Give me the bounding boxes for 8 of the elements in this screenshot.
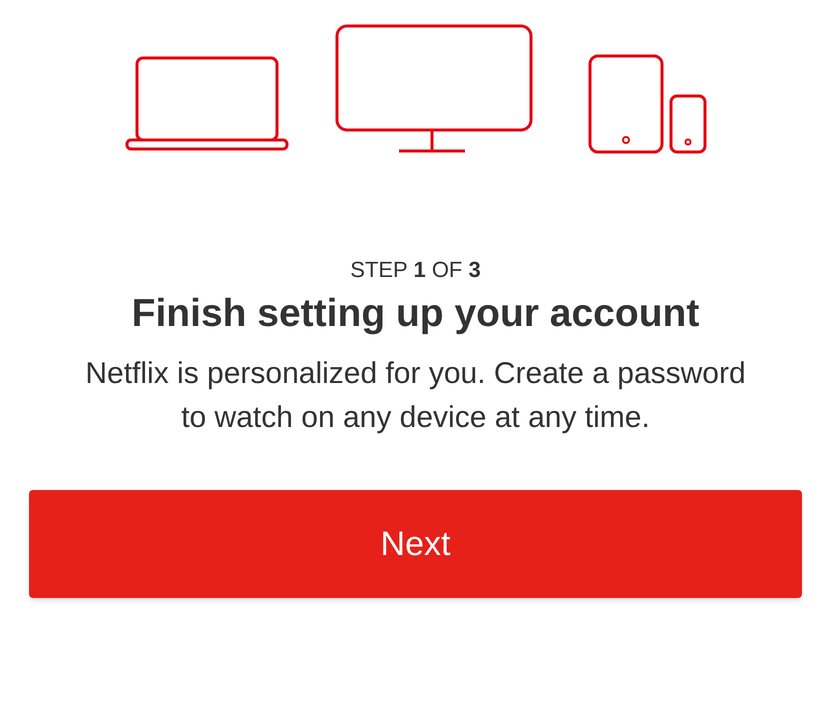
phone-icon — [668, 94, 706, 154]
laptop-icon — [124, 56, 288, 152]
next-button[interactable]: Next — [29, 490, 802, 598]
monitor-icon — [334, 24, 532, 154]
page-title: Finish setting up your account — [132, 290, 700, 336]
step-indicator: STEP 1 OF 3 — [350, 256, 481, 284]
tablet-icon — [588, 54, 664, 154]
description-text: Netflix is personalized for you. Create a password to watch on any device at any time. — [84, 356, 747, 436]
